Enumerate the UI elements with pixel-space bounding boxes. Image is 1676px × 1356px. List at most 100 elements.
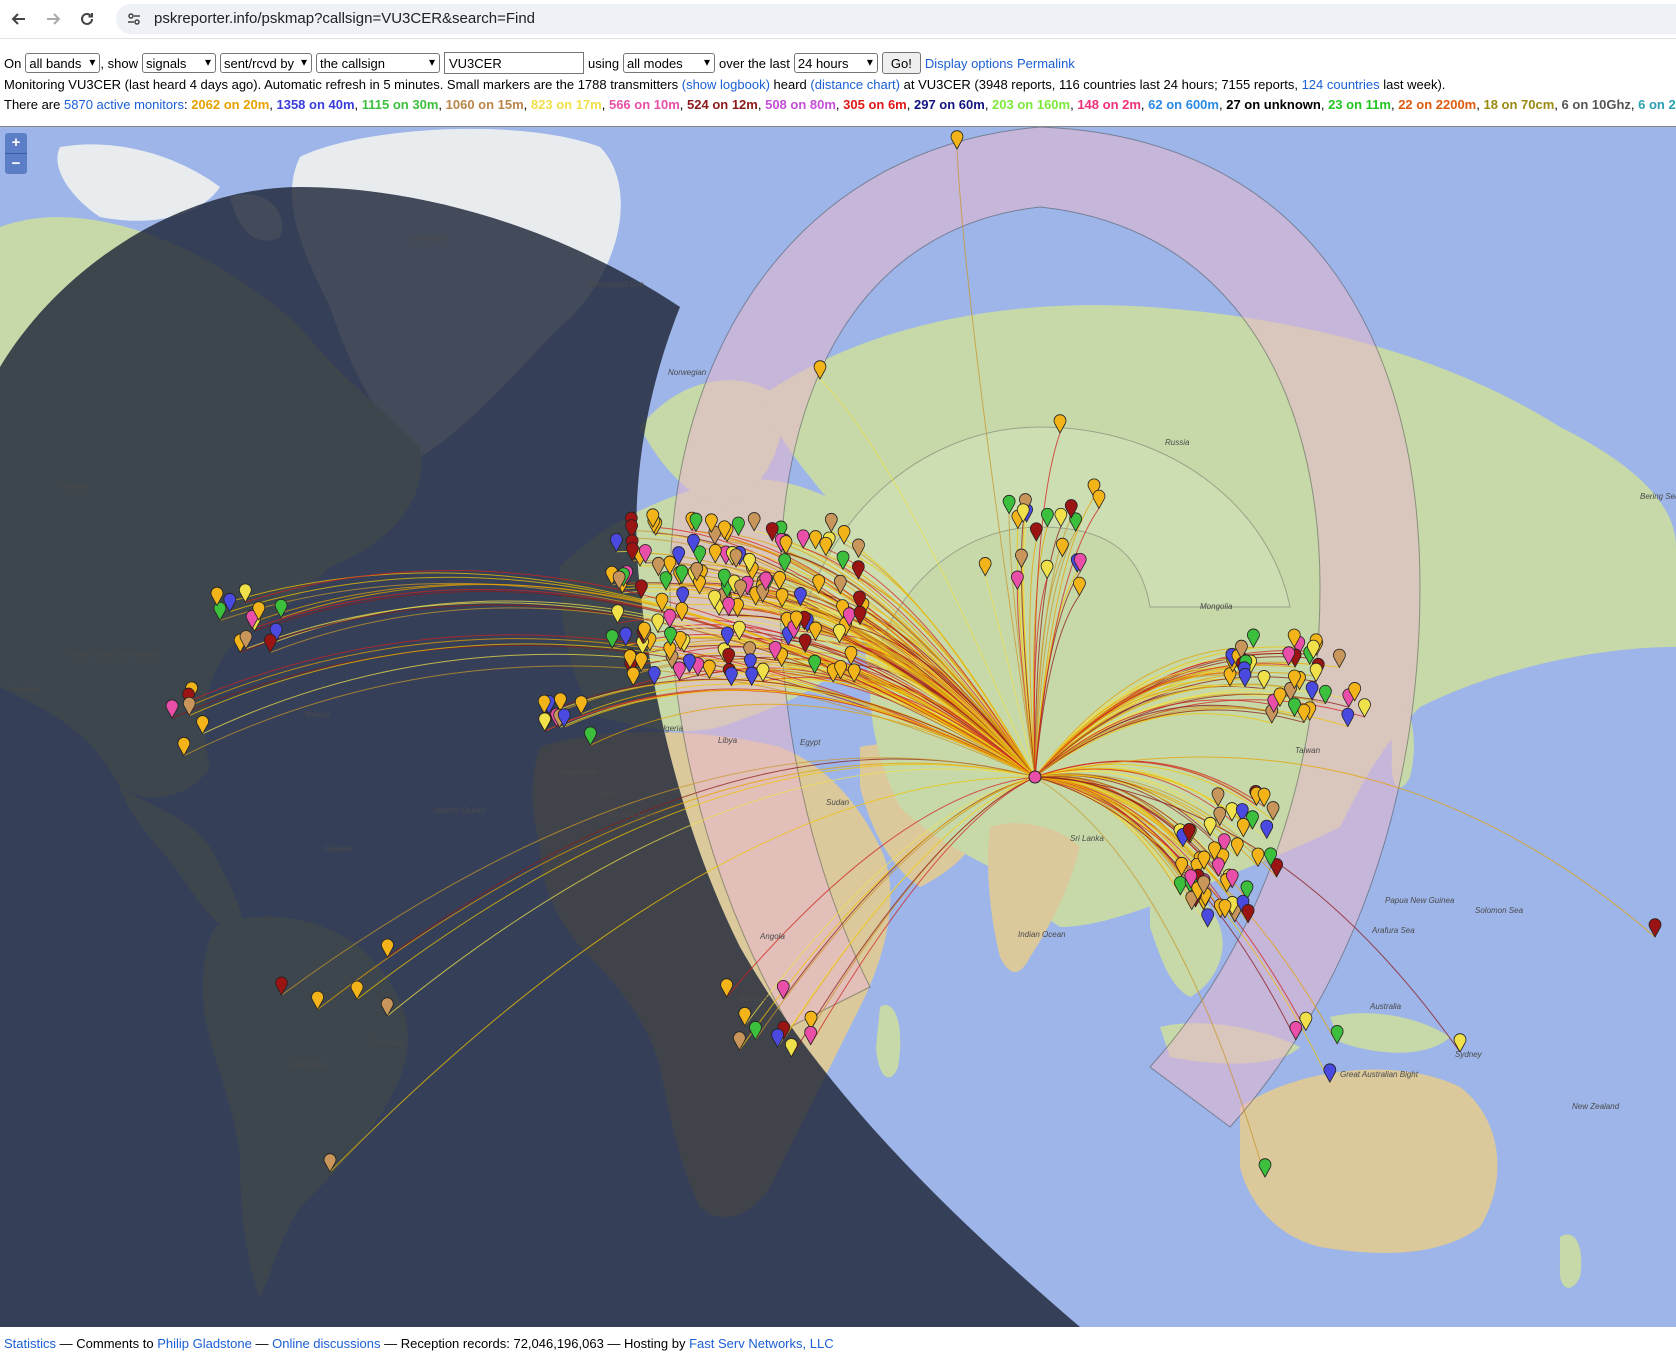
- over-label: over the last: [719, 55, 790, 71]
- map-label: Papua New Guinea: [1385, 896, 1455, 905]
- statistics-link[interactable]: Statistics: [4, 1336, 56, 1351]
- bands-select[interactable]: all bands: [25, 53, 101, 73]
- band-count: 6 on 23cm: [1638, 97, 1676, 112]
- display-options-link[interactable]: Display options: [925, 56, 1013, 71]
- map-label: Sudan: [826, 798, 850, 807]
- map-label: Sydney: [1455, 1050, 1483, 1059]
- monitoring-text-3: at VU3CER (3948 reports, 116 countries l…: [903, 77, 1298, 92]
- map-label: Indian Ocean: [1018, 930, 1066, 939]
- back-arrow-icon[interactable]: [8, 8, 30, 30]
- modes-select[interactable]: all modes: [623, 53, 716, 73]
- map-label: Mexico: [305, 710, 331, 719]
- band-count: 566 on 10m: [608, 97, 680, 112]
- browser-toolbar: pskreporter.info/pskmap?callsign=VU3CER&…: [0, 0, 1676, 39]
- site-settings-icon[interactable]: [126, 11, 142, 27]
- map-label: Arafura Sea: [1371, 926, 1415, 935]
- monitoring-text-4: last week).: [1383, 77, 1446, 92]
- band-count: 2062 on 20m: [191, 97, 270, 112]
- map-label: Australia: [1369, 1002, 1402, 1011]
- map-label: Greenland Sea: [590, 280, 644, 289]
- footer-sep-2: —: [255, 1336, 269, 1351]
- footer-sep-1: — Comments to: [59, 1336, 154, 1351]
- band-count: 27 on unknown: [1226, 97, 1321, 112]
- psk-map[interactable]: Greenland Greenland Sea Norwegian Russia Can…: [0, 126, 1676, 1327]
- map-label: Algeria: [657, 724, 683, 733]
- using-label: using: [587, 55, 620, 71]
- home-station-marker[interactable]: [1028, 770, 1042, 784]
- target-select[interactable]: the callsign: [315, 53, 440, 73]
- map-label: Canada: [60, 482, 89, 491]
- band-count: 1115 on 30m: [361, 97, 439, 112]
- zoom-out-button[interactable]: −: [5, 153, 27, 174]
- show-select[interactable]: signals: [141, 53, 216, 73]
- band-count: 148 on 2m: [1077, 97, 1141, 112]
- monitoring-text-1: Monitoring VU3CER (last heard 4 days ago…: [4, 77, 679, 92]
- on-label: On: [4, 55, 22, 71]
- map-label: Bering Sea: [1640, 492, 1676, 501]
- map-label: Namibia: [738, 994, 768, 1003]
- map-label: Argentina: [289, 1060, 325, 1069]
- query-controls: On all bands , show signals sent/rcvd by…: [4, 52, 1674, 74]
- band-count: 23 on 11m: [1328, 97, 1391, 112]
- map-label: Mali: [600, 790, 615, 799]
- countries-link[interactable]: 124 countries: [1302, 77, 1380, 92]
- map-label: Burkina Faso: [608, 810, 656, 819]
- band-count: 1060 on 15m: [445, 97, 524, 112]
- map-label: Taiwan: [1295, 746, 1321, 755]
- author-link[interactable]: Philip Gladstone: [157, 1336, 252, 1351]
- monitors-prefix: There are: [4, 97, 61, 112]
- show-label: , show: [100, 55, 138, 71]
- map-label: Egypt: [800, 738, 821, 747]
- direction-select[interactable]: sent/rcvd by: [219, 53, 312, 73]
- map-label: Greenland: [410, 234, 448, 243]
- map-label: Mongolia: [1200, 602, 1233, 611]
- band-counts: 2062 on 20m, 1358 on 40m, 1115 on 30m, 1…: [191, 97, 1676, 112]
- map-label: Great Australian Bight: [1340, 1070, 1419, 1079]
- callsign-input[interactable]: [443, 52, 584, 74]
- forward-arrow-icon[interactable]: [42, 8, 64, 30]
- monitoring-text-2: heard: [773, 77, 807, 92]
- zoom-in-button[interactable]: +: [5, 133, 27, 153]
- footer-sep-3: — Reception records: 72,046,196,063 — Ho…: [384, 1336, 686, 1351]
- monitoring-status: Monitoring VU3CER (last heard 4 days ago…: [4, 77, 1445, 92]
- map-label: Solomon Sea: [1475, 906, 1524, 915]
- map-label: New Zealand: [1572, 1102, 1620, 1111]
- zoom-control: + −: [5, 133, 27, 174]
- band-count: 524 on 12m: [687, 97, 758, 112]
- band-count: 1358 on 40m: [276, 97, 355, 112]
- discussions-link[interactable]: Online discussions: [272, 1336, 380, 1351]
- band-count: 62 on 600m: [1148, 97, 1219, 112]
- show-logbook-link[interactable]: (show logbook): [682, 77, 770, 92]
- map-label: United States of America: [70, 650, 159, 659]
- map-label: Paraguay: [370, 1038, 405, 1047]
- map-label: Libya: [718, 736, 738, 745]
- map-label: Norwegian: [668, 368, 707, 377]
- host-link[interactable]: Fast Serv Networks, LLC: [689, 1336, 834, 1351]
- period-select[interactable]: 24 hours: [793, 53, 878, 73]
- active-monitors-link[interactable]: 5870 active monitors: [64, 97, 184, 112]
- band-count: 18 on 70cm: [1483, 97, 1555, 112]
- address-bar[interactable]: pskreporter.info/pskmap?callsign=VU3CER&…: [116, 4, 1676, 34]
- distance-chart-link[interactable]: (distance chart): [810, 77, 900, 92]
- band-count: 22 on 2200m: [1398, 97, 1477, 112]
- map-label: Atlantic Ocean: [432, 806, 486, 815]
- band-count: 823 on 17m: [530, 97, 602, 112]
- permalink-link[interactable]: Permalink: [1017, 56, 1075, 71]
- band-count: 305 on 6m: [843, 97, 907, 112]
- map-label: Angeles: [11, 685, 41, 694]
- band-count: 6 on 10Ghz: [1561, 97, 1631, 112]
- band-count: 297 on 60m: [913, 97, 985, 112]
- map-label: Angola: [759, 932, 785, 941]
- map-canvas[interactable]: Greenland Greenland Sea Norwegian Russia Can…: [0, 127, 1676, 1327]
- map-label: Mauritania: [560, 768, 598, 777]
- map-label: Russia: [1165, 438, 1190, 447]
- go-button[interactable]: Go!: [881, 52, 921, 74]
- band-count: 203 on 160m: [992, 97, 1071, 112]
- reload-icon[interactable]: [76, 8, 98, 30]
- map-label: Guyana: [324, 844, 353, 853]
- footer: Statistics — Comments to Philip Gladston…: [4, 1336, 834, 1351]
- active-monitors-line: There are 5870 active monitors: 2062 on …: [4, 97, 1676, 112]
- map-label: Sri Lanka: [1070, 834, 1104, 843]
- band-count: 508 on 80m: [765, 97, 836, 112]
- url-text: pskreporter.info/pskmap?callsign=VU3CER&…: [154, 10, 536, 27]
